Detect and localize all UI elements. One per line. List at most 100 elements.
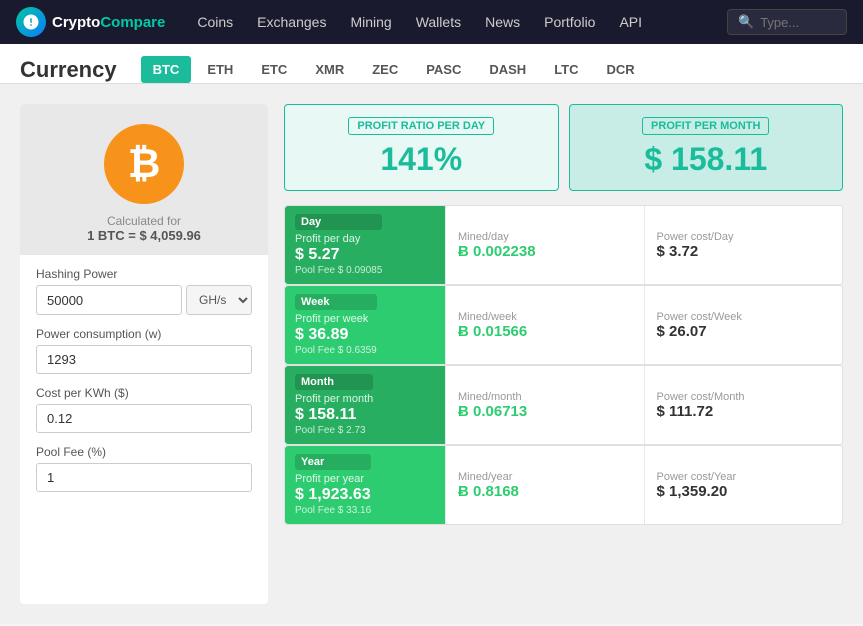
row-period: Month xyxy=(295,374,373,390)
profit-month-label: PROFIT PER MONTH xyxy=(642,117,769,135)
mined-label: Mined/week xyxy=(458,311,632,323)
profit-month-box: PROFIT PER MONTH $ 158.11 xyxy=(569,104,844,191)
mined-label: Mined/year xyxy=(458,471,632,483)
cost-per-kwh-label: Cost per KWh ($) xyxy=(36,386,252,400)
tab-pasc[interactable]: PASC xyxy=(414,56,473,83)
hashing-power-input-group: GH/s TH/s MH/s xyxy=(36,285,252,315)
row-period: Day xyxy=(295,214,382,230)
calc-for-label: Calculated for xyxy=(20,214,268,228)
power-label: Power cost/Week xyxy=(657,311,831,323)
power-label: Power cost/Month xyxy=(657,391,831,403)
row-period: Year xyxy=(295,454,371,470)
input-fields: Hashing Power GH/s TH/s MH/s Power consu… xyxy=(20,255,268,516)
tab-xmr[interactable]: XMR xyxy=(303,56,356,83)
row-pool-fee: Pool Fee $ 0.09085 xyxy=(295,265,382,276)
btc-icon: ₿ xyxy=(104,124,184,204)
power-label: Power cost/Day xyxy=(657,231,831,243)
power-value: $ 111.72 xyxy=(657,403,831,420)
calculator-panel: ₿ Calculated for 1 BTC = $ 4,059.96 Hash… xyxy=(20,104,268,604)
row-label-cell: Week Profit per week $ 36.89 Pool Fee $ … xyxy=(285,286,445,364)
search-box[interactable]: 🔍 xyxy=(727,9,847,35)
nav-api[interactable]: API xyxy=(619,14,642,30)
tab-btc[interactable]: BTC xyxy=(141,56,192,83)
row-profit-value: $ 158.11 xyxy=(295,406,373,424)
hashing-unit-select[interactable]: GH/s TH/s MH/s xyxy=(186,285,252,315)
power-consumption-label: Power consumption (w) xyxy=(36,327,252,341)
mined-label: Mined/day xyxy=(458,231,632,243)
tab-dcr[interactable]: DCR xyxy=(595,56,647,83)
table-row: Week Profit per week $ 36.89 Pool Fee $ … xyxy=(284,285,843,365)
profit-ratio-value: 141% xyxy=(301,141,542,178)
profit-ratio-label: PROFIT RATIO PER DAY xyxy=(348,117,494,135)
currency-header: Currency BTC ETH ETC XMR ZEC PASC DASH L… xyxy=(0,44,863,84)
row-profit-value: $ 36.89 xyxy=(295,326,377,344)
mined-value: Ƀ 0.002238 xyxy=(458,243,632,260)
power-cell: Power cost/Week $ 26.07 xyxy=(644,286,843,364)
nav-coins[interactable]: Coins xyxy=(197,14,233,30)
nav-news[interactable]: News xyxy=(485,14,520,30)
power-cell: Power cost/Year $ 1,359.20 xyxy=(644,446,843,524)
power-label: Power cost/Year xyxy=(657,471,831,483)
mined-cell: Mined/year Ƀ 0.8168 xyxy=(445,446,644,524)
hashing-power-label: Hashing Power xyxy=(36,267,252,281)
results-panel: PROFIT RATIO PER DAY 141% PROFIT PER MON… xyxy=(284,104,843,604)
mined-cell: Mined/day Ƀ 0.002238 xyxy=(445,206,644,284)
row-profit-label: Profit per year xyxy=(295,473,371,485)
nav-portfolio[interactable]: Portfolio xyxy=(544,14,595,30)
coin-header: ₿ Calculated for 1 BTC = $ 4,059.96 xyxy=(20,104,268,255)
power-value: $ 26.07 xyxy=(657,323,831,340)
tab-ltc[interactable]: LTC xyxy=(542,56,590,83)
logo-icon xyxy=(16,7,46,37)
profit-month-value: $ 158.11 xyxy=(586,141,827,178)
nav-wallets[interactable]: Wallets xyxy=(416,14,461,30)
pool-fee-input[interactable] xyxy=(36,463,252,492)
row-label-cell: Month Profit per month $ 158.11 Pool Fee… xyxy=(285,366,445,444)
tab-eth[interactable]: ETH xyxy=(195,56,245,83)
profit-summary: PROFIT RATIO PER DAY 141% PROFIT PER MON… xyxy=(284,104,843,191)
row-period: Week xyxy=(295,294,377,310)
pool-fee-group: Pool Fee (%) xyxy=(36,445,252,492)
row-profit-label: Profit per day xyxy=(295,233,382,245)
power-cell: Power cost/Day $ 3.72 xyxy=(644,206,843,284)
row-profit-label: Profit per week xyxy=(295,313,377,325)
power-consumption-group: Power consumption (w) xyxy=(36,327,252,374)
row-profit-value: $ 5.27 xyxy=(295,246,382,264)
mined-value: Ƀ 0.8168 xyxy=(458,483,632,500)
table-row: Year Profit per year $ 1,923.63 Pool Fee… xyxy=(284,445,843,525)
page-title: Currency xyxy=(20,57,117,83)
pool-fee-label: Pool Fee (%) xyxy=(36,445,252,459)
power-value: $ 1,359.20 xyxy=(657,483,831,500)
tab-dash[interactable]: DASH xyxy=(477,56,538,83)
cost-per-kwh-input[interactable] xyxy=(36,404,252,433)
logo[interactable]: CryptoCompare xyxy=(16,7,165,37)
mined-label: Mined/month xyxy=(458,391,632,403)
profit-ratio-box: PROFIT RATIO PER DAY 141% xyxy=(284,104,559,191)
search-icon: 🔍 xyxy=(738,14,754,30)
power-value: $ 3.72 xyxy=(657,243,831,260)
mined-cell: Mined/week Ƀ 0.01566 xyxy=(445,286,644,364)
navbar: CryptoCompare Coins Exchanges Mining Wal… xyxy=(0,0,863,44)
nav-exchanges[interactable]: Exchanges xyxy=(257,14,326,30)
currency-tabs: BTC ETH ETC XMR ZEC PASC DASH LTC DCR xyxy=(141,56,647,83)
table-row: Month Profit per month $ 158.11 Pool Fee… xyxy=(284,365,843,445)
cost-per-kwh-group: Cost per KWh ($) xyxy=(36,386,252,433)
power-consumption-input[interactable] xyxy=(36,345,252,374)
mined-value: Ƀ 0.01566 xyxy=(458,323,632,340)
tab-zec[interactable]: ZEC xyxy=(360,56,410,83)
search-input[interactable] xyxy=(760,15,840,30)
nav-mining[interactable]: Mining xyxy=(350,14,391,30)
row-pool-fee: Pool Fee $ 2.73 xyxy=(295,425,373,436)
hashing-power-group: Hashing Power GH/s TH/s MH/s xyxy=(36,267,252,315)
hashing-power-input[interactable] xyxy=(36,285,182,315)
row-pool-fee: Pool Fee $ 0.6359 xyxy=(295,345,377,356)
row-profit-value: $ 1,923.63 xyxy=(295,486,371,504)
data-rows: Day Profit per day $ 5.27 Pool Fee $ 0.0… xyxy=(284,205,843,525)
tab-etc[interactable]: ETC xyxy=(249,56,299,83)
row-profit-label: Profit per month xyxy=(295,393,373,405)
logo-crypto: Crypto xyxy=(52,14,100,31)
row-label-cell: Day Profit per day $ 5.27 Pool Fee $ 0.0… xyxy=(285,206,445,284)
logo-compare: Compare xyxy=(100,14,165,31)
row-pool-fee: Pool Fee $ 33.16 xyxy=(295,505,371,516)
calc-value: 1 BTC = $ 4,059.96 xyxy=(20,228,268,243)
mined-cell: Mined/month Ƀ 0.06713 xyxy=(445,366,644,444)
